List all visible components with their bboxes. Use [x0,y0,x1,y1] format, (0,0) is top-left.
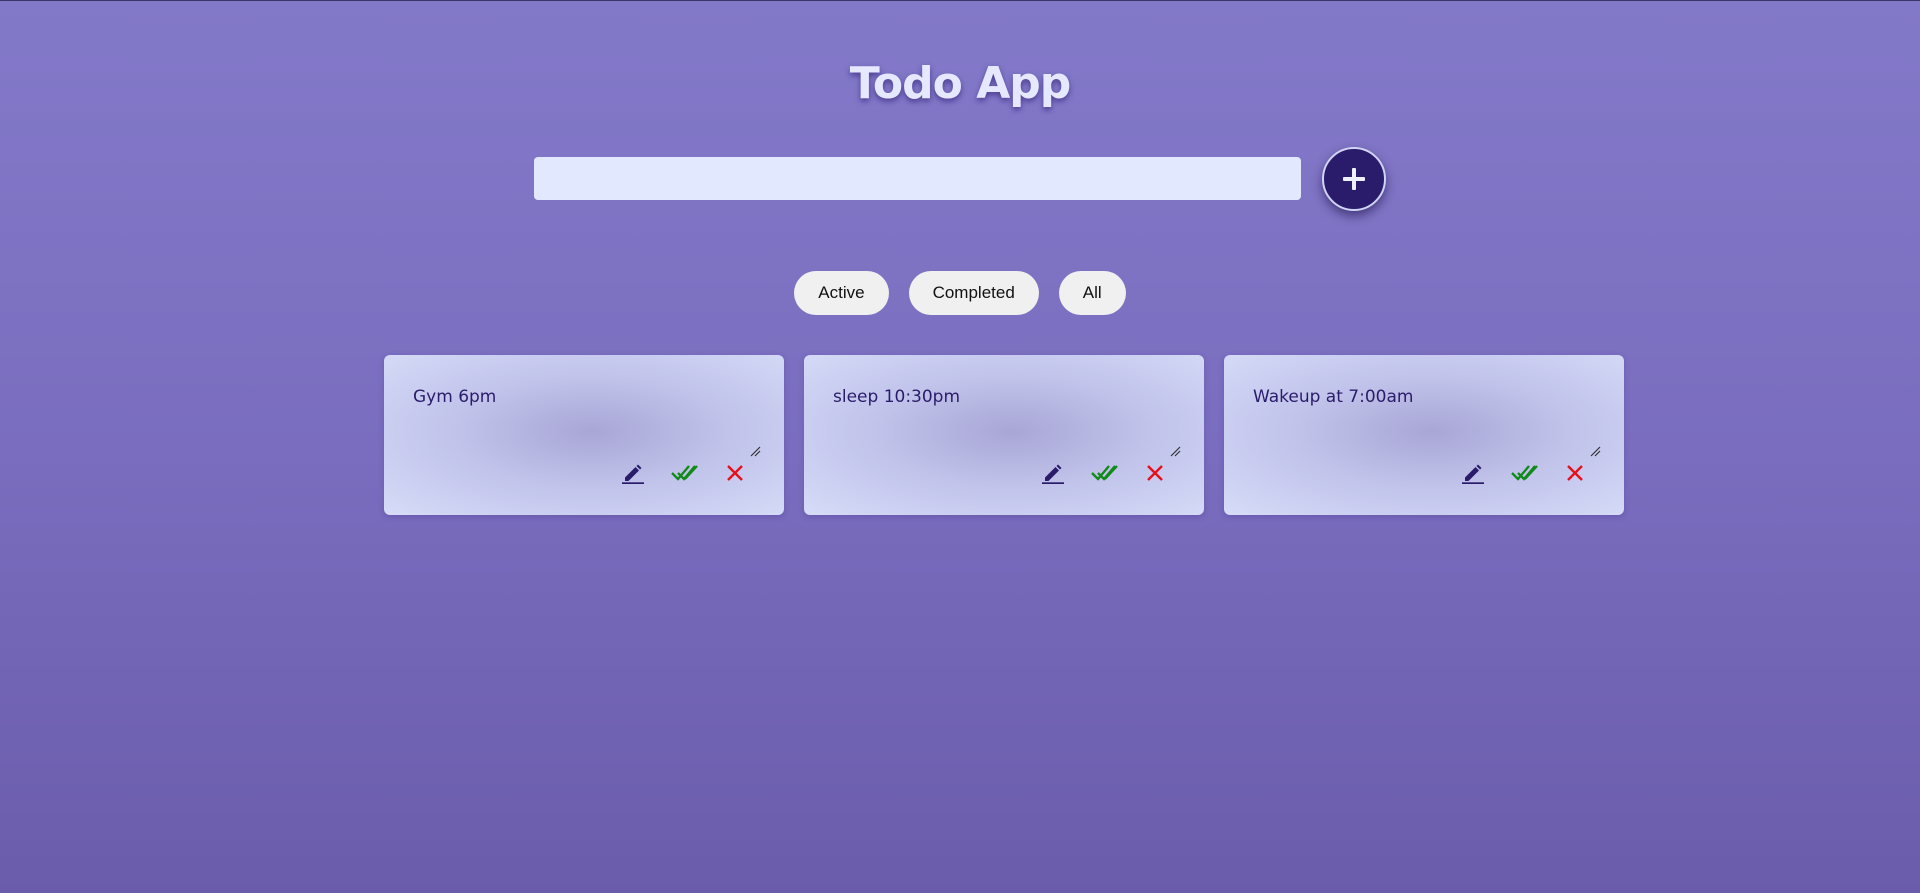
todo-text: Gym 6pm [413,387,497,407]
page-title: Todo App [849,58,1072,109]
add-todo-button[interactable] [1322,147,1386,211]
todo-text: sleep 10:30pm [833,387,961,407]
close-icon[interactable] [726,464,744,482]
window-top-border [0,0,1920,1]
resize-handle-icon[interactable] [750,446,761,457]
todo-card: Wakeup at 7:00am [1224,355,1624,515]
todo-list: Gym 6pm sleep 10:30pm Wakeup at 7:00am [384,355,1624,515]
close-icon[interactable] [1566,464,1584,482]
todo-card: sleep 10:30pm [804,355,1204,515]
filter-active-button[interactable]: Active [794,271,889,315]
double-check-icon[interactable] [671,461,701,483]
pencil-icon[interactable] [1041,460,1065,484]
filter-all-button[interactable]: All [1058,271,1126,315]
todo-text: Wakeup at 7:00am [1253,387,1414,407]
pencil-icon[interactable] [1461,460,1485,484]
filter-bar: Active Completed All [0,271,1920,315]
todo-input[interactable] [534,157,1301,200]
close-icon[interactable] [1146,464,1164,482]
resize-handle-icon[interactable] [1590,446,1601,457]
double-check-icon[interactable] [1511,461,1541,483]
pencil-icon[interactable] [621,460,645,484]
filter-completed-button[interactable]: Completed [908,271,1039,315]
resize-handle-icon[interactable] [1170,446,1181,457]
double-check-icon[interactable] [1091,461,1121,483]
todo-card: Gym 6pm [384,355,784,515]
